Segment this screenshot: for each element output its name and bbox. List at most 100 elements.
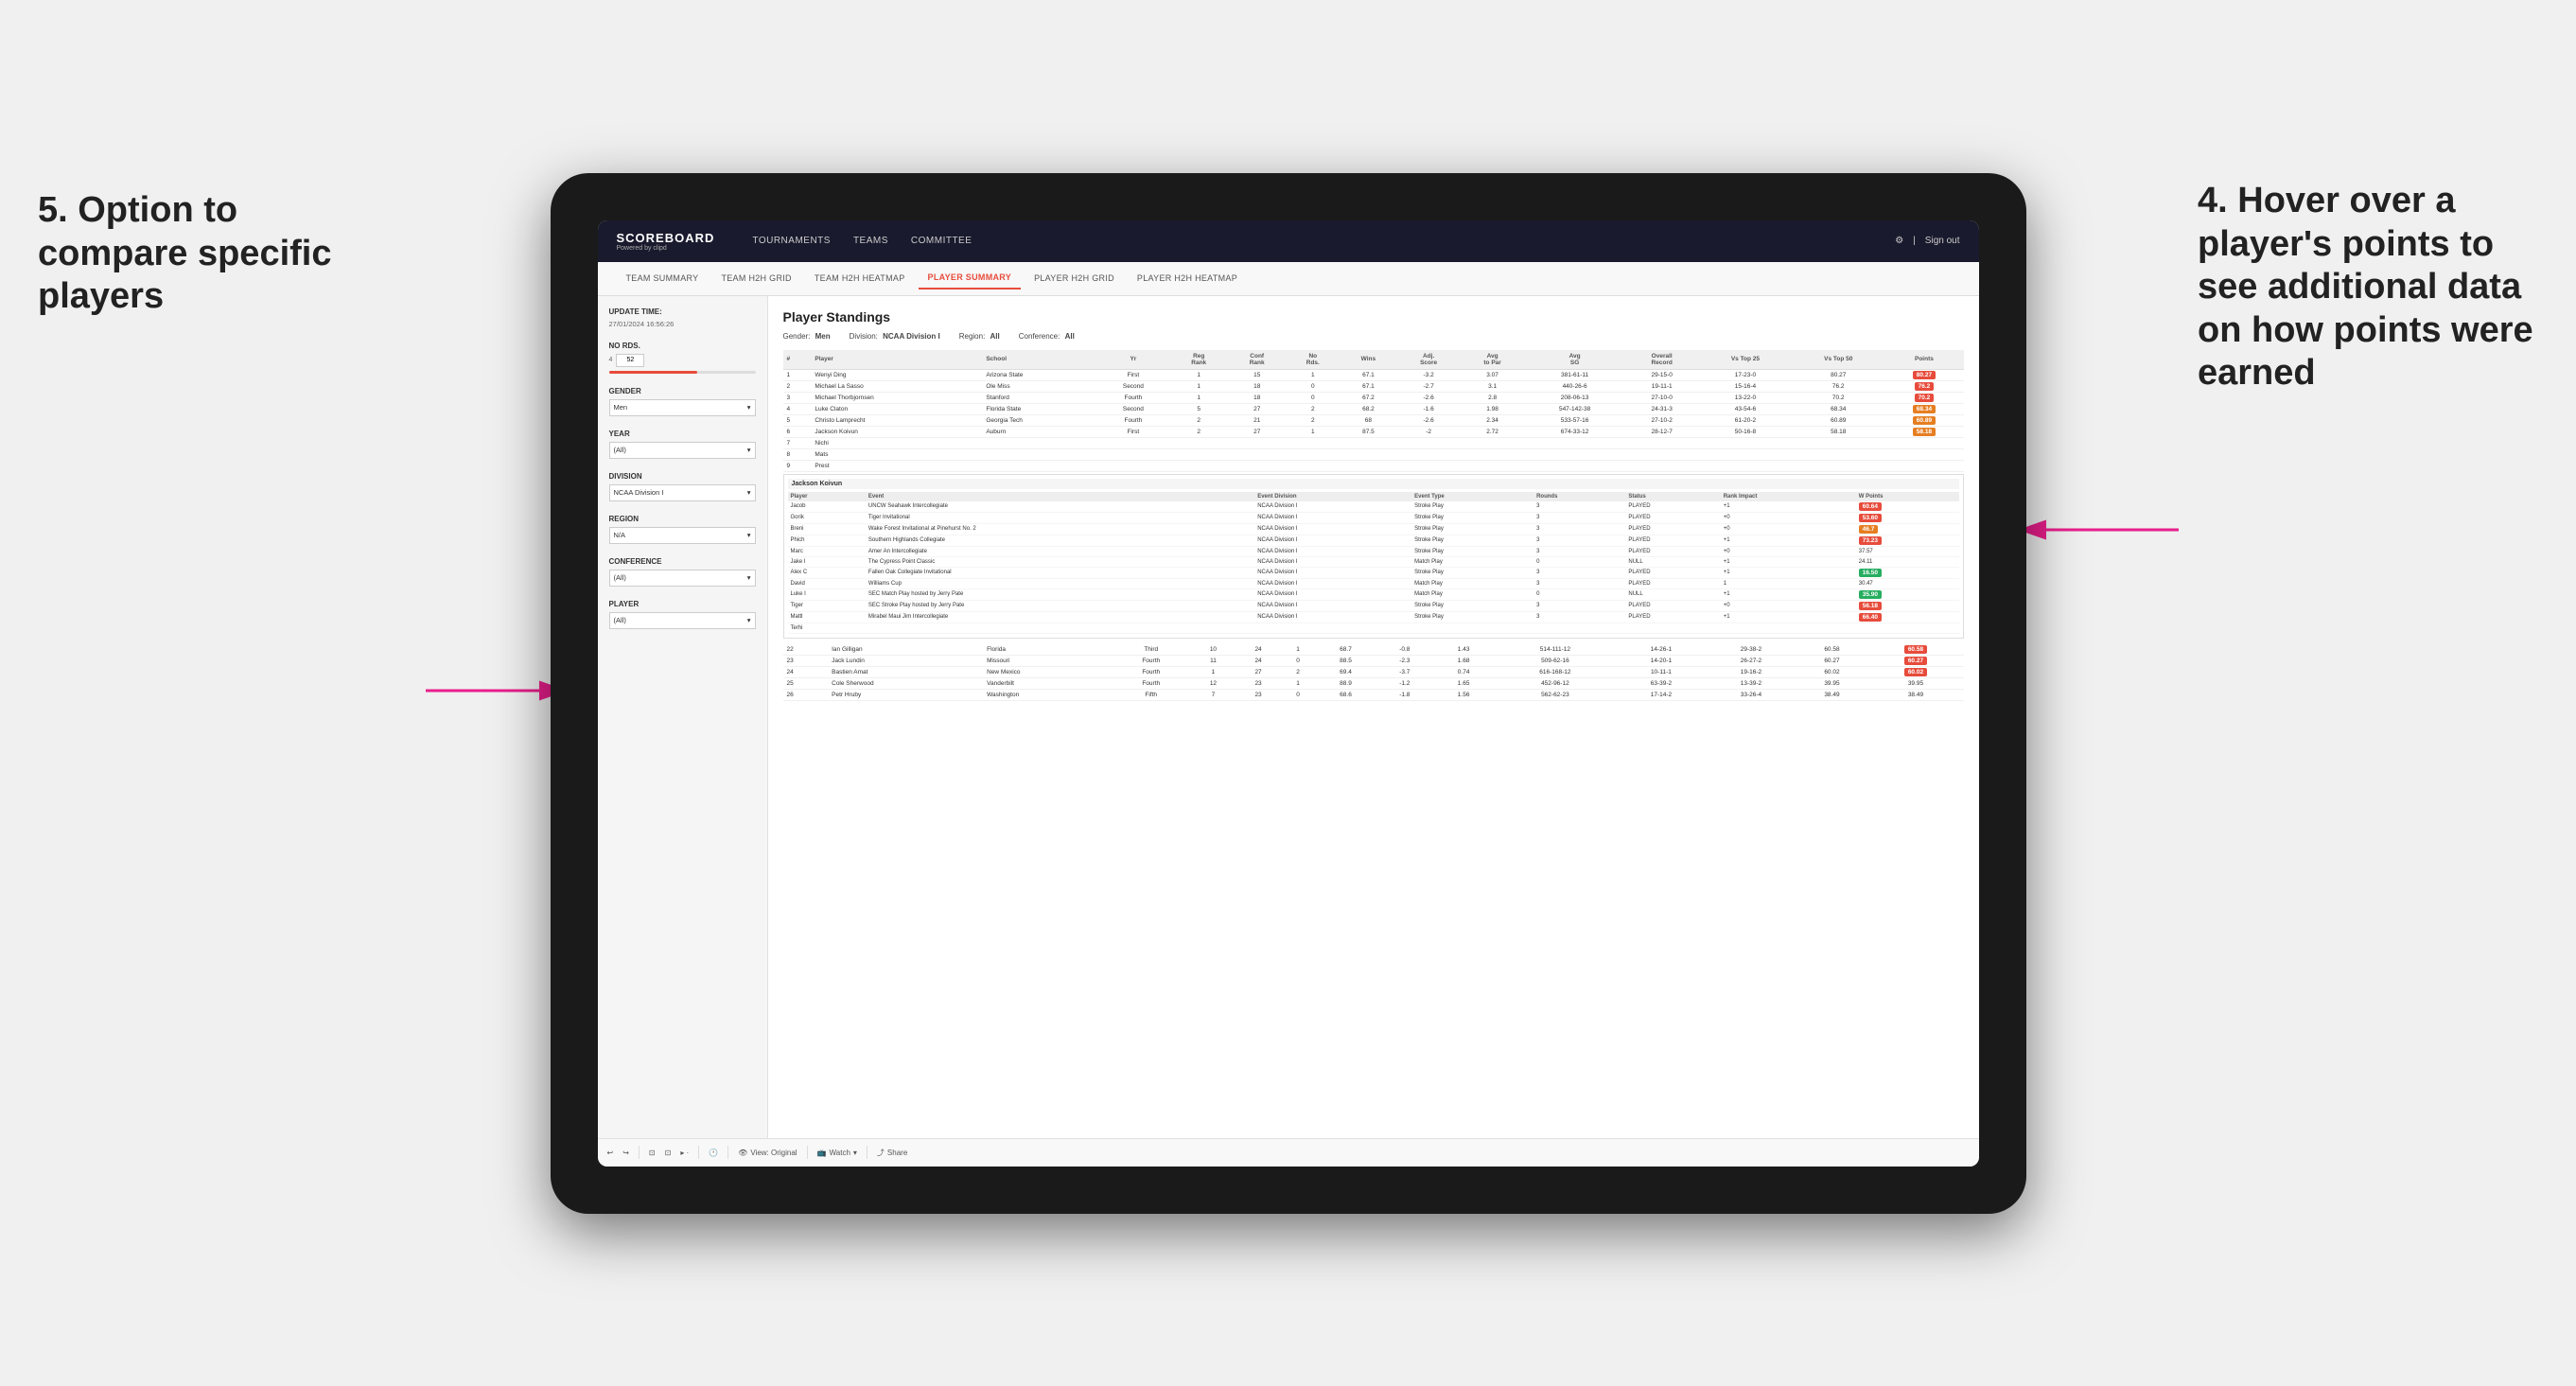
popup-cell-points[interactable]: 24.11 (1856, 556, 1959, 567)
cell-points[interactable]: 60.89 (1884, 414, 1963, 426)
cell-points[interactable]: 58.18 (1884, 426, 1963, 437)
filter-conference-value: All (1065, 332, 1075, 341)
popup-cell-points[interactable]: 16.50 (1856, 567, 1959, 578)
undo-button[interactable]: ↩ (607, 1149, 614, 1157)
popup-col-div: Event Division (1254, 492, 1411, 501)
cell-points[interactable]: 76.2 (1884, 380, 1963, 392)
nav-tournaments[interactable]: TOURNAMENTS (743, 232, 840, 250)
cell-points[interactable]: 60.02 (1867, 666, 1963, 677)
cell-adj-score: -3.7 (1376, 666, 1433, 677)
popup-cell-points[interactable]: 35.90 (1856, 588, 1959, 600)
player-select[interactable]: (All) ▾ (609, 612, 756, 629)
popup-row: Breni Wake Forest Invitational at Pinehu… (788, 523, 1959, 535)
filter-conference-label: Conference: (1019, 332, 1060, 341)
subnav-player-h2h-grid[interactable]: PLAYER H2H GRID (1025, 268, 1124, 289)
cell-overall (1625, 460, 1699, 471)
watch-button[interactable]: 📺 Watch ▾ (817, 1149, 857, 1157)
slider-fill (609, 371, 697, 374)
cell-overall: 27-10-0 (1625, 392, 1699, 403)
region-select[interactable]: N/A ▾ (609, 527, 756, 544)
cell-rank: 23 (783, 655, 829, 666)
nav-committee[interactable]: COMMITTEE (902, 232, 982, 250)
player-label: Player (609, 600, 756, 608)
cell-points[interactable]: 70.2 (1884, 392, 1963, 403)
nav-links: TOURNAMENTS TEAMS COMMITTEE (743, 232, 1895, 250)
cell-conf-rank (1228, 460, 1286, 471)
cell-points[interactable] (1884, 448, 1963, 460)
cell-name: Ian Gilligan (828, 644, 983, 656)
cell-points[interactable] (1884, 437, 1963, 448)
options-button[interactable]: ▸ · (680, 1149, 689, 1157)
popup-cell-points[interactable]: 56.18 (1856, 600, 1959, 611)
paste-button[interactable]: ⊡ (665, 1149, 672, 1157)
nav-teams[interactable]: TEAMS (844, 232, 898, 250)
cell-reg-rank: 10 (1191, 644, 1236, 656)
popup-cell-event: Williams Cup (866, 578, 1254, 588)
redo-button[interactable]: ↪ (622, 1149, 629, 1157)
cell-adj-score: -2.6 (1397, 414, 1461, 426)
popup-cell-div: NCAA Division I (1254, 600, 1411, 611)
cell-no-rds: 0 (1281, 655, 1315, 666)
subnav-team-summary[interactable]: TEAM SUMMARY (617, 268, 709, 289)
cell-points[interactable]: 80.27 (1884, 369, 1963, 380)
cell-yr: Third (1112, 644, 1191, 656)
subnav-player-summary[interactable]: PLAYER SUMMARY (919, 267, 1022, 289)
popup-cell-points[interactable]: 30.47 (1856, 578, 1959, 588)
subnav-player-h2h-heatmap[interactable]: PLAYER H2H HEATMAP (1128, 268, 1247, 289)
popup-cell-status: NULL (1625, 556, 1720, 567)
share-button[interactable]: ⤴ Share (877, 1148, 907, 1158)
popup-cell-points[interactable]: 53.60 (1856, 512, 1959, 523)
popup-table-header: Player Event Event Division Event Type R… (788, 492, 1959, 501)
popup-cell-player: Gorik (788, 512, 866, 523)
settings-icon[interactable]: ⚙ (1895, 236, 1903, 246)
cell-school: Washington (983, 689, 1112, 700)
popup-cell-points[interactable]: 73.23 (1856, 535, 1959, 546)
gender-select[interactable]: Men ▾ (609, 399, 756, 416)
subnav-team-h2h-heatmap[interactable]: TEAM H2H HEATMAP (805, 268, 915, 289)
cell-name: Mats (811, 448, 982, 460)
popup-cell-type: Stroke Play (1411, 546, 1533, 556)
popup-row: David Williams Cup NCAA Division I Match… (788, 578, 1959, 588)
popup-cell-event: SEC Match Play hosted by Jerry Pate (866, 588, 1254, 600)
cell-no-rds (1286, 448, 1340, 460)
cell-points[interactable]: 60.27 (1867, 655, 1963, 666)
col-no-rds: NoRds. (1286, 350, 1340, 370)
popup-cell-points[interactable]: 60.64 (1856, 501, 1959, 513)
chevron-down-icon: ▾ (747, 573, 751, 582)
cell-wins: 69.4 (1315, 666, 1376, 677)
popup-cell-rank: +0 (1721, 512, 1856, 523)
update-time-label: Update time: (609, 307, 756, 316)
cell-points[interactable]: 38.49 (1867, 689, 1963, 700)
cell-yr (1096, 448, 1169, 460)
subnav-team-h2h-grid[interactable]: TEAM H2H GRID (711, 268, 800, 289)
popup-cell-points[interactable] (1856, 623, 1959, 633)
popup-cell-points[interactable]: 46.7 (1856, 523, 1959, 535)
view-original-button[interactable]: 👁 View: Original (738, 1149, 797, 1157)
division-section: Division NCAA Division I ▾ (609, 472, 756, 501)
popup-cell-player: Mattl (788, 611, 866, 623)
cell-vs25: 29-38-2 (1706, 644, 1796, 656)
cell-points[interactable]: 60.58 (1867, 644, 1963, 656)
cell-points[interactable]: 68.34 (1884, 403, 1963, 414)
cell-points[interactable] (1884, 460, 1963, 471)
cell-school: Florida (983, 644, 1112, 656)
conference-select[interactable]: (All) ▾ (609, 570, 756, 587)
popup-cell-points[interactable]: 66.40 (1856, 611, 1959, 623)
division-select[interactable]: NCAA Division I ▾ (609, 484, 756, 501)
cell-no-rds: 1 (1281, 644, 1315, 656)
cell-points[interactable]: 39.95 (1867, 677, 1963, 689)
cell-yr: First (1096, 426, 1169, 437)
popup-cell-points[interactable]: 37.57 (1856, 546, 1959, 556)
range-max-box[interactable]: 52 (616, 354, 644, 367)
copy-button[interactable]: ⊡ (649, 1149, 656, 1157)
popup-cell-rounds: 3 (1533, 535, 1625, 546)
clock-button[interactable]: 🕐 (709, 1149, 718, 1157)
conference-value: (All) (614, 573, 626, 582)
sign-out-button[interactable]: Sign out (1925, 236, 1960, 246)
slider-track[interactable] (609, 371, 756, 374)
year-select[interactable]: (All) ▾ (609, 442, 756, 459)
popup-cell-status: PLAYED (1625, 523, 1720, 535)
table-row: 3 Michael Thorbjornsen Stanford Fourth 1… (783, 392, 1964, 403)
cell-vs50 (1792, 460, 1884, 471)
cell-overall: 10-11-1 (1616, 666, 1706, 677)
